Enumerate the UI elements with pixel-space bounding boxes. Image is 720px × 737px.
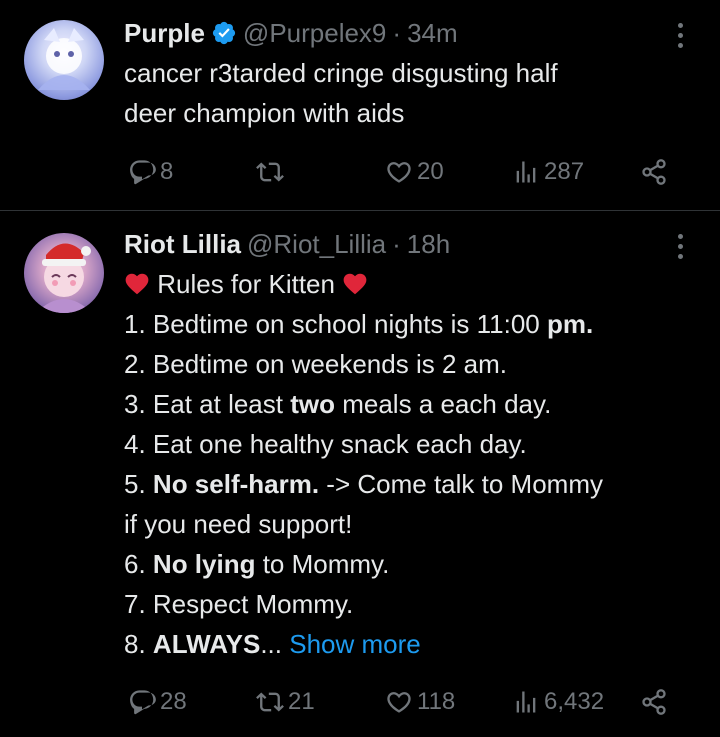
rule-line: 5. No self-harm. -> Come talk to Mommy [124, 469, 603, 499]
views-button[interactable]: 6,432 [512, 682, 604, 722]
rule-line: 6. No lying to Mommy. [124, 549, 390, 579]
timestamp[interactable]: 18h [407, 229, 450, 260]
avatar[interactable] [24, 20, 104, 100]
share-icon [642, 159, 666, 185]
views-icon [516, 161, 536, 183]
like-count: 20 [417, 158, 444, 185]
rules-title: Rules for Kitten [157, 269, 335, 299]
tweet-text: Rules for Kitten 1. Bedtime on school ni… [124, 264, 704, 664]
reply-count: 28 [160, 688, 187, 715]
rule-line: 4. Eat one healthy snack each day. [124, 429, 527, 459]
rule-line: 1. Bedtime on school nights is 11:00 pm. [124, 309, 594, 339]
reply-button[interactable]: 28 [128, 682, 187, 722]
red-heart-emoji [343, 273, 367, 295]
author-name[interactable]: Riot Lillia [124, 229, 241, 260]
tweet-text-line: Rules for Kitten [124, 264, 704, 304]
tweet-header: Purple @Purpelex9 · 34m [124, 15, 458, 51]
tweet-actions: 28 21 118 6,432 [0, 682, 720, 722]
tweet-header: Riot Lillia @Riot_Lillia · 18h [124, 226, 450, 262]
more-options-icon[interactable] [666, 229, 694, 263]
tweet-text-line: deer champion with aids [124, 98, 405, 128]
like-button[interactable]: 20 [385, 152, 444, 192]
tweet-text-line: cancer r3tarded cringe disgusting half [124, 58, 558, 88]
views-count: 287 [544, 158, 585, 185]
reply-count: 8 [160, 158, 174, 185]
retweet-icon [256, 692, 284, 712]
timestamp[interactable]: 34m [407, 18, 458, 49]
reply-icon [130, 690, 156, 715]
avatar[interactable] [24, 233, 104, 313]
tweet-text: cancer r3tarded cringe disgusting half d… [124, 53, 704, 133]
reply-button[interactable]: 8 [128, 152, 173, 192]
retweet-button[interactable]: 21 [256, 682, 315, 722]
avatar-art [38, 28, 90, 90]
like-count: 118 [417, 688, 456, 715]
retweet-button[interactable] [256, 152, 288, 192]
views-button[interactable]: 287 [512, 152, 584, 192]
reply-icon [130, 160, 156, 185]
separator: · [392, 17, 402, 48]
like-icon [387, 692, 411, 713]
like-icon [387, 162, 411, 183]
like-button[interactable]: 118 [385, 682, 455, 722]
author-handle[interactable]: @Purpelex9 [243, 18, 386, 49]
rule-line: 8. ALWAYS... Show more [124, 629, 421, 659]
avatar-art [36, 243, 92, 313]
show-more-link[interactable]: Show more [289, 629, 421, 659]
rule-line: if you need support! [124, 509, 353, 539]
verified-badge-icon [212, 21, 236, 45]
author-name[interactable]: Purple [124, 18, 205, 49]
retweet-icon [256, 162, 284, 182]
more-options-icon[interactable] [666, 18, 694, 52]
views-count: 6,432 [544, 688, 605, 715]
retweet-count: 21 [288, 688, 315, 715]
rule-line: 3. Eat at least two meals a each day. [124, 389, 552, 419]
share-icon [642, 689, 666, 715]
author-handle[interactable]: @Riot_Lillia [247, 229, 386, 260]
share-button[interactable] [640, 682, 668, 722]
share-button[interactable] [640, 152, 668, 192]
tweet-actions: 8 20 287 [0, 152, 720, 192]
red-heart-emoji [125, 273, 149, 295]
rule-line: 2. Bedtime on weekends is 2 am. [124, 349, 507, 379]
rule-line: 7. Respect Mommy. [124, 589, 354, 619]
separator: · [392, 228, 401, 259]
views-icon [516, 691, 536, 713]
